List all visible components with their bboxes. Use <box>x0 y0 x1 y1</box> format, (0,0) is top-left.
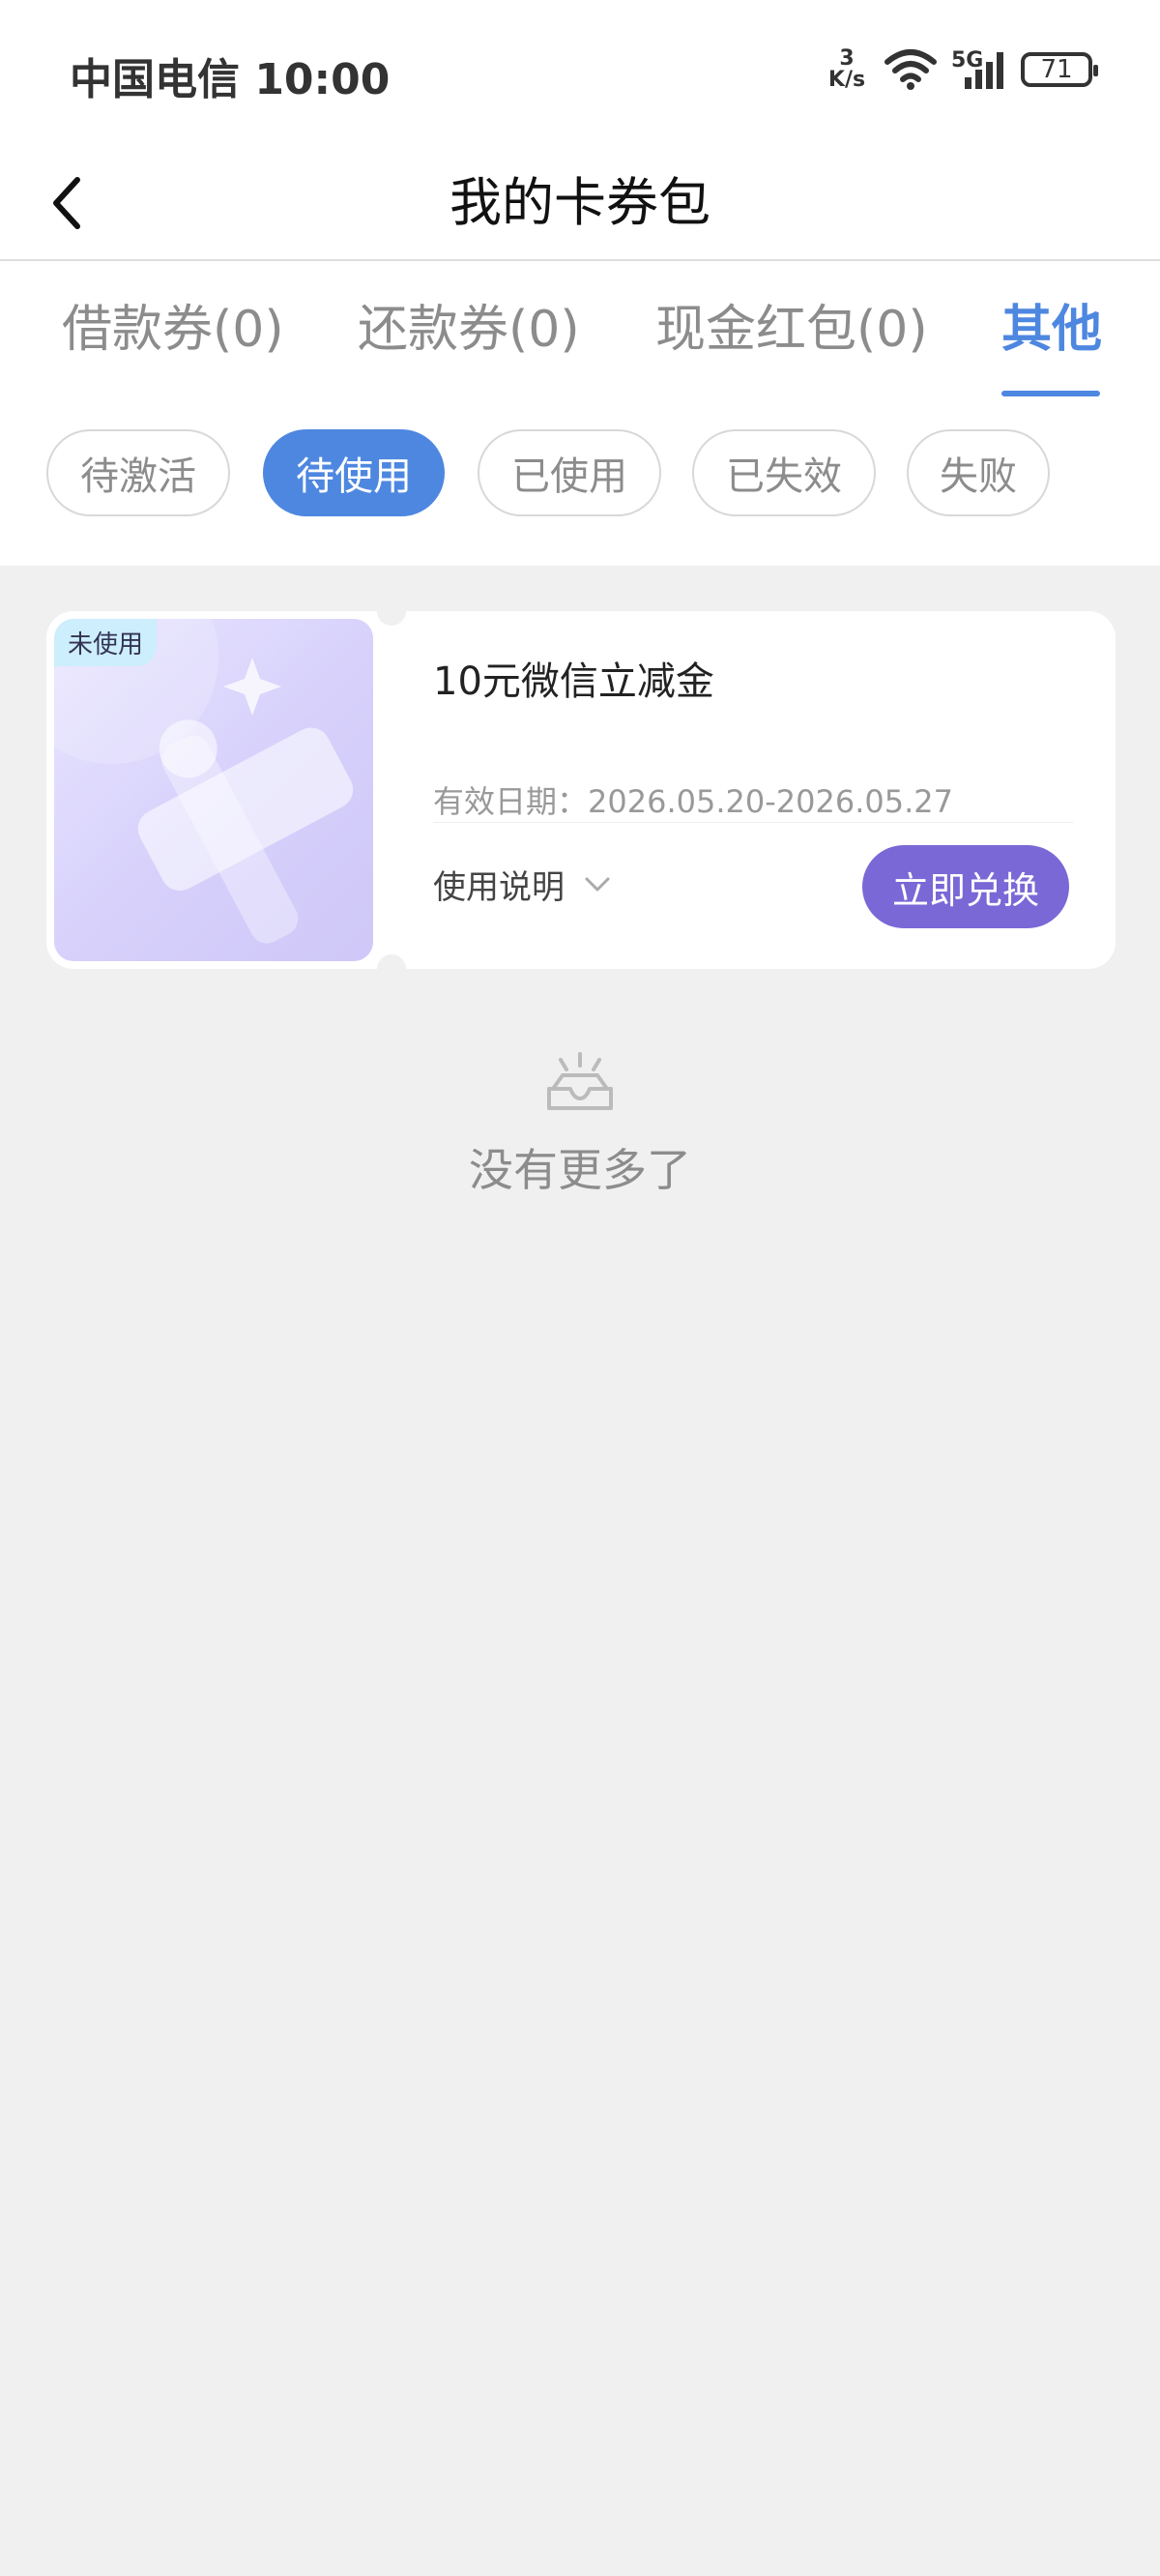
usage-label: 使用说明 <box>433 868 565 907</box>
status-bar: 中国电信 10:00 3 K/s 5G 71 <box>0 0 1160 145</box>
network-speed: 3 K/s <box>824 48 870 91</box>
redeem-button[interactable]: 立即兑换 <box>862 845 1069 928</box>
tab-repay-coupon[interactable]: 还款券(0) <box>358 296 580 364</box>
chevron-down-icon <box>585 877 610 891</box>
coupon-card[interactable]: 未使用 10元微信立减金 有效日期：2026.05.20-2026.05.27 … <box>46 611 1116 969</box>
battery-level: 71 <box>1040 55 1073 84</box>
filter-failed[interactable]: 失败 <box>907 429 1050 516</box>
filter-used[interactable]: 已使用 <box>478 429 661 516</box>
tab-other[interactable]: 其他 <box>1001 296 1102 364</box>
filter-expired[interactable]: 已失效 <box>692 429 876 516</box>
coupon-type-tabs: 借款券(0) 还款券(0) 现金红包(0) 其他 <box>0 261 1160 406</box>
empty-tray-icon <box>547 1052 613 1110</box>
page-title: 我的卡券包 <box>450 172 710 233</box>
card-divider <box>433 822 1073 823</box>
carrier-time: 中国电信 10:00 <box>70 55 391 104</box>
ticket-notch-bottom <box>377 954 406 969</box>
battery-icon: 71 <box>1021 52 1098 87</box>
coupon-validity: 有效日期：2026.05.20-2026.05.27 <box>433 783 953 820</box>
coupon-title: 10元微信立减金 <box>433 659 714 704</box>
speed-unit: K/s <box>827 68 866 92</box>
signal-group: 5G <box>951 48 1007 91</box>
filter-pending-activation[interactable]: 待激活 <box>46 429 230 516</box>
end-of-list: 没有更多了 <box>0 1050 1160 1199</box>
empty-text: 没有更多了 <box>469 1144 691 1196</box>
tab-loan-coupon[interactable]: 借款券(0) <box>62 296 284 364</box>
wifi-icon <box>884 49 937 90</box>
status-filters: 待激活 待使用 已使用 已失效 失败 <box>0 406 1160 566</box>
coupon-image: 未使用 <box>54 619 373 961</box>
gift-ticket-icon <box>54 619 354 944</box>
filter-pending-use[interactable]: 待使用 <box>263 429 445 516</box>
tab-cash-red-packet[interactable]: 现金红包(0) <box>655 296 928 364</box>
ticket-notch-top <box>377 611 406 626</box>
status-badge: 未使用 <box>54 619 158 666</box>
status-icons: 3 K/s 5G 71 <box>824 43 1098 97</box>
active-tab-indicator <box>1001 391 1100 396</box>
speed-value: 3 <box>839 46 855 71</box>
nav-bar: 我的卡券包 <box>0 145 1160 261</box>
usage-instructions-toggle[interactable]: 使用说明 <box>433 861 611 908</box>
signal-icon <box>965 52 1003 89</box>
